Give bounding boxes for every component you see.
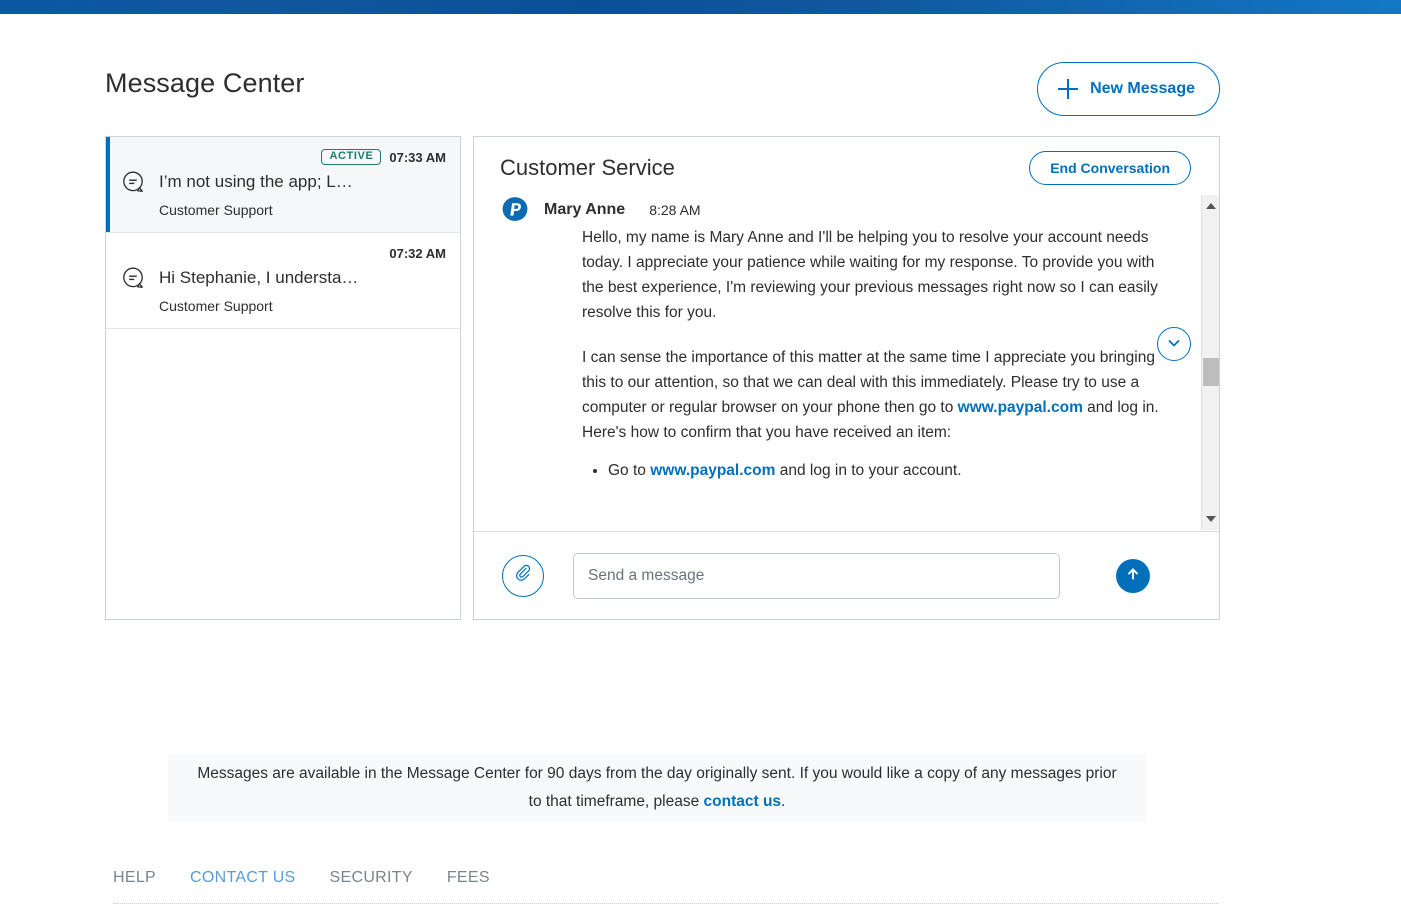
message-paragraph-2: I can sense the importance of this matte…	[582, 345, 1160, 420]
message-timestamp: 8:28 AM	[649, 202, 701, 218]
message-paragraph-3: Here's how to confirm that you have rece…	[582, 424, 952, 441]
notice-text-before: Messages are available in the Message Ce…	[197, 765, 1117, 810]
new-message-label: New Message	[1090, 80, 1195, 97]
page-title: Message Center	[105, 68, 305, 98]
thread-sender: Customer Support	[159, 202, 273, 218]
paypal-link[interactable]: www.paypal.com	[650, 462, 775, 479]
status-badge: ACTIVE	[321, 149, 382, 165]
thread-timestamp: 07:32 AM	[389, 245, 446, 261]
arrow-up-icon	[1124, 565, 1142, 586]
message-header: Mary Anne 8:28 AM	[500, 195, 1196, 225]
scroll-down-arrow-icon[interactable]	[1202, 510, 1219, 528]
thread-main: I’m not using the app; L…	[120, 169, 446, 195]
contact-us-link[interactable]: contact us	[704, 793, 782, 810]
bullet-1-text-after: and log in to your account.	[775, 462, 962, 479]
message-paragraph-1: Hello, my name is Mary Anne and I'll be …	[582, 229, 1158, 321]
chevron-down-icon	[1166, 335, 1182, 354]
message-sender-name: Mary Anne	[544, 201, 626, 218]
footer-link-fees[interactable]: FEES	[447, 869, 490, 887]
scroll-to-latest-button[interactable]	[1157, 327, 1191, 361]
new-message-button[interactable]: New Message	[1037, 62, 1220, 116]
conversation-header: Customer Service End Conversation	[474, 137, 1219, 195]
message-input[interactable]	[573, 552, 1060, 599]
retention-notice-text: Messages are available in the Message Ce…	[194, 760, 1120, 816]
paperclip-icon	[511, 562, 535, 589]
thread-subject: Hi Stephanie, I understa…	[159, 268, 359, 287]
message-scroll-region: Mary Anne 8:28 AM Hello, my name is Mary…	[474, 195, 1219, 530]
bullet-1-text-before: Go to	[608, 462, 651, 479]
thread-list-item[interactable]: ACTIVE 07:33 AM I’m not using the app; L…	[106, 137, 460, 233]
thread-sender: Customer Support	[159, 298, 273, 314]
thread-subject: I’m not using the app; L…	[159, 172, 353, 191]
paypal-link[interactable]: www.paypal.com	[958, 399, 1083, 416]
page-header: Message Center New Message	[105, 62, 1220, 126]
paragraph-2-text-after: and log in.	[1082, 399, 1159, 416]
scrollbar-thumb[interactable]	[1203, 358, 1219, 386]
thread-timestamp: 07:33 AM	[389, 149, 446, 165]
footer-link-contact-us[interactable]: CONTACT US	[190, 869, 296, 887]
message-list: Mary Anne 8:28 AM Hello, my name is Mary…	[474, 195, 1196, 530]
plus-icon	[1058, 79, 1079, 99]
message-body: Hello, my name is Mary Anne and I'll be …	[582, 225, 1196, 483]
message-bullet-item: Go to www.paypal.com and log in to your …	[608, 458, 1160, 483]
message-bullet-list: Go to www.paypal.com and log in to your …	[582, 458, 1160, 483]
footer-link-security[interactable]: SECURITY	[330, 869, 413, 887]
message-scrollbar[interactable]	[1201, 195, 1219, 530]
conversation-panel: Customer Service End Conversation Mary A…	[473, 136, 1220, 620]
thread-meta: 07:32 AM	[120, 243, 446, 263]
paypal-logo-icon	[500, 195, 530, 225]
thread-meta: ACTIVE 07:33 AM	[120, 147, 446, 167]
thread-list-item[interactable]: 07:32 AM Hi Stephanie, I understa… Custo…	[106, 233, 460, 329]
message-bubble-icon	[120, 265, 146, 291]
message-bubble-icon	[120, 169, 146, 195]
panels-row: ACTIVE 07:33 AM I’m not using the app; L…	[105, 136, 1220, 620]
page-footer: HELP CONTACT US SECURITY FEES	[113, 869, 1219, 904]
footer-link-help[interactable]: HELP	[113, 869, 156, 887]
scroll-up-arrow-icon[interactable]	[1202, 197, 1219, 215]
page-root: Message Center New Message ACTIVE 07:33 …	[0, 14, 1401, 904]
conversation-title: Customer Service	[500, 155, 675, 180]
message-composer	[474, 531, 1219, 619]
thread-main: Hi Stephanie, I understa…	[120, 265, 446, 291]
notice-text-after: .	[781, 793, 786, 810]
brand-top-bar	[0, 0, 1401, 14]
retention-notice: Messages are available in the Message Ce…	[168, 754, 1146, 822]
send-message-button[interactable]	[1116, 558, 1150, 593]
end-conversation-button[interactable]: End Conversation	[1029, 151, 1191, 185]
attach-file-button[interactable]	[502, 554, 544, 597]
footer-links: HELP CONTACT US SECURITY FEES	[113, 869, 1219, 903]
thread-list-panel: ACTIVE 07:33 AM I’m not using the app; L…	[105, 136, 461, 620]
